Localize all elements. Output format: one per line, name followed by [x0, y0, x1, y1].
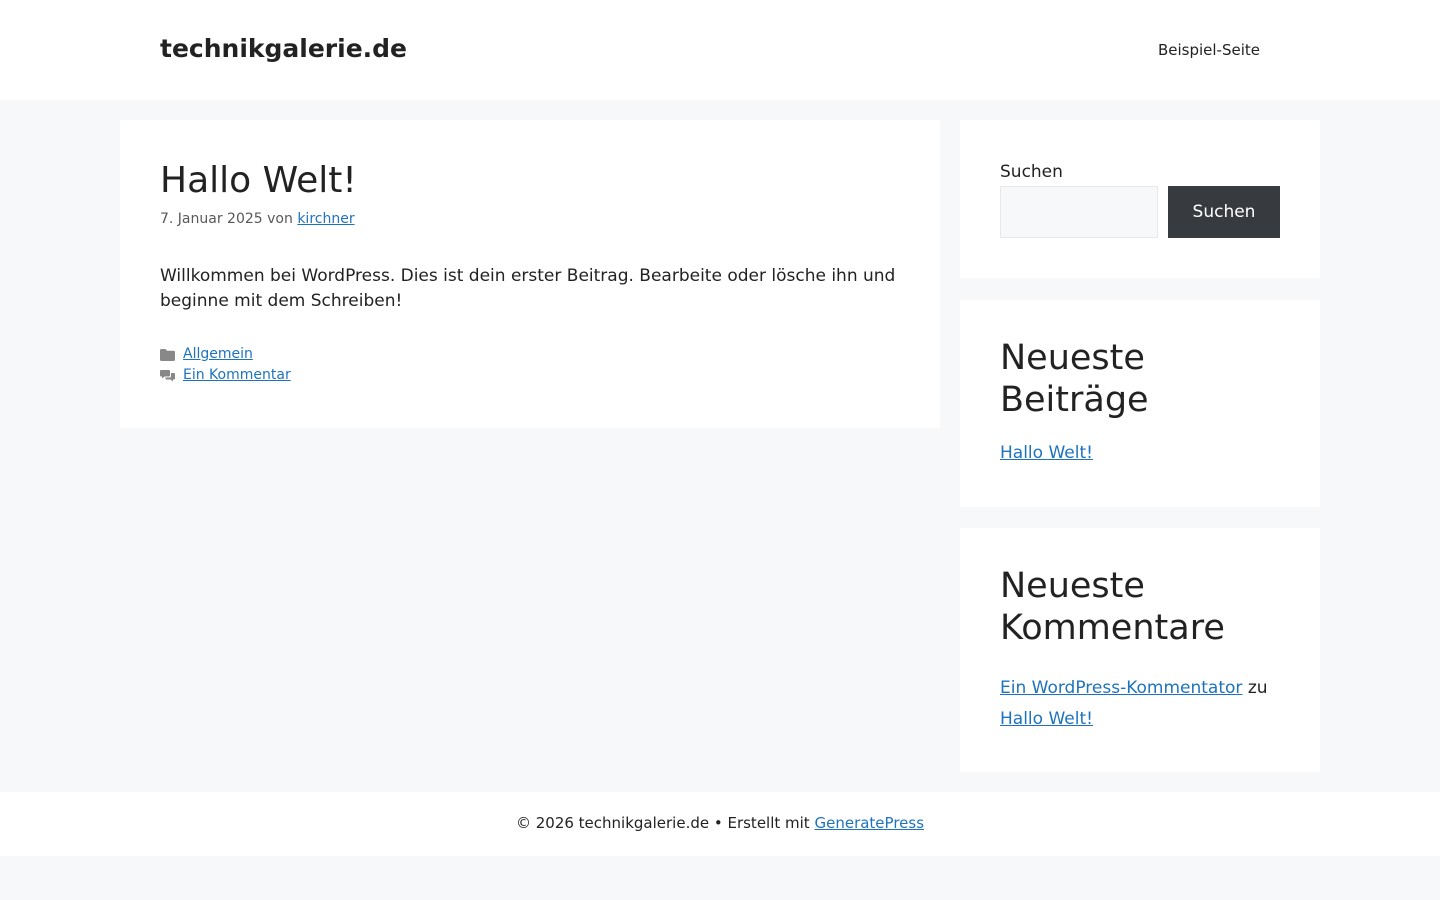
- post-title: Hallo Welt!: [160, 160, 357, 201]
- comments-icon: [160, 369, 176, 383]
- recent-post-link[interactable]: Hallo Welt!: [1000, 442, 1093, 464]
- post-comments-line: Ein Kommentar: [160, 365, 291, 386]
- footer-copyright: © 2026 technikgalerie.de • Erstellt mit: [515, 814, 810, 832]
- post-footer: Allgemein Ein Kommentar: [160, 344, 291, 386]
- post-category-link[interactable]: Allgemein: [183, 344, 253, 365]
- recent-posts-title: Neueste Beiträge: [1000, 338, 1149, 420]
- post-category-line: Allgemein: [160, 344, 291, 365]
- recent-posts-widget: Neueste Beiträge Hallo Welt!: [960, 300, 1320, 507]
- folder-icon: [160, 348, 176, 362]
- comment-connector: zu: [1247, 678, 1268, 698]
- post-comments-link[interactable]: Ein Kommentar: [183, 365, 291, 386]
- site-footer: © 2026 technikgalerie.de • Erstellt mit …: [0, 792, 1440, 856]
- post-by-text: von: [267, 211, 293, 227]
- footer-theme-link[interactable]: GeneratePress: [814, 814, 924, 832]
- post-content: Willkommen bei WordPress. Dies ist dein …: [160, 266, 896, 311]
- recent-comments-title: Neueste Kommentare: [1000, 566, 1225, 648]
- post-author-link[interactable]: kirchner: [297, 211, 354, 227]
- recent-comment-item: Ein WordPress-Kommentator zu Hallo Welt!: [1000, 673, 1290, 735]
- post-date: 7. Januar 2025: [160, 211, 263, 227]
- search-label: Suchen: [1000, 162, 1063, 182]
- comment-author-link[interactable]: Ein WordPress-Kommentator: [1000, 678, 1242, 698]
- site-info: © 2026 technikgalerie.de • Erstellt mit …: [0, 813, 1440, 833]
- nav-item-beispiel-seite[interactable]: Beispiel-Seite: [1158, 40, 1260, 60]
- post-article: Hallo Welt! 7. Januar 2025 von kirchner …: [120, 120, 940, 428]
- site-header: technikgalerie.de Beispiel-Seite: [0, 0, 1440, 100]
- comment-post-link[interactable]: Hallo Welt!: [1000, 709, 1093, 729]
- search-button[interactable]: Suchen: [1168, 186, 1280, 238]
- site-title-link[interactable]: technikgalerie.de: [160, 33, 407, 65]
- search-widget: Suchen Suchen: [960, 120, 1320, 278]
- recent-comments-widget: Neueste Kommentare Ein WordPress-Komment…: [960, 528, 1320, 772]
- search-input[interactable]: [1000, 186, 1158, 238]
- post-meta: 7. Januar 2025 von kirchner: [160, 209, 355, 229]
